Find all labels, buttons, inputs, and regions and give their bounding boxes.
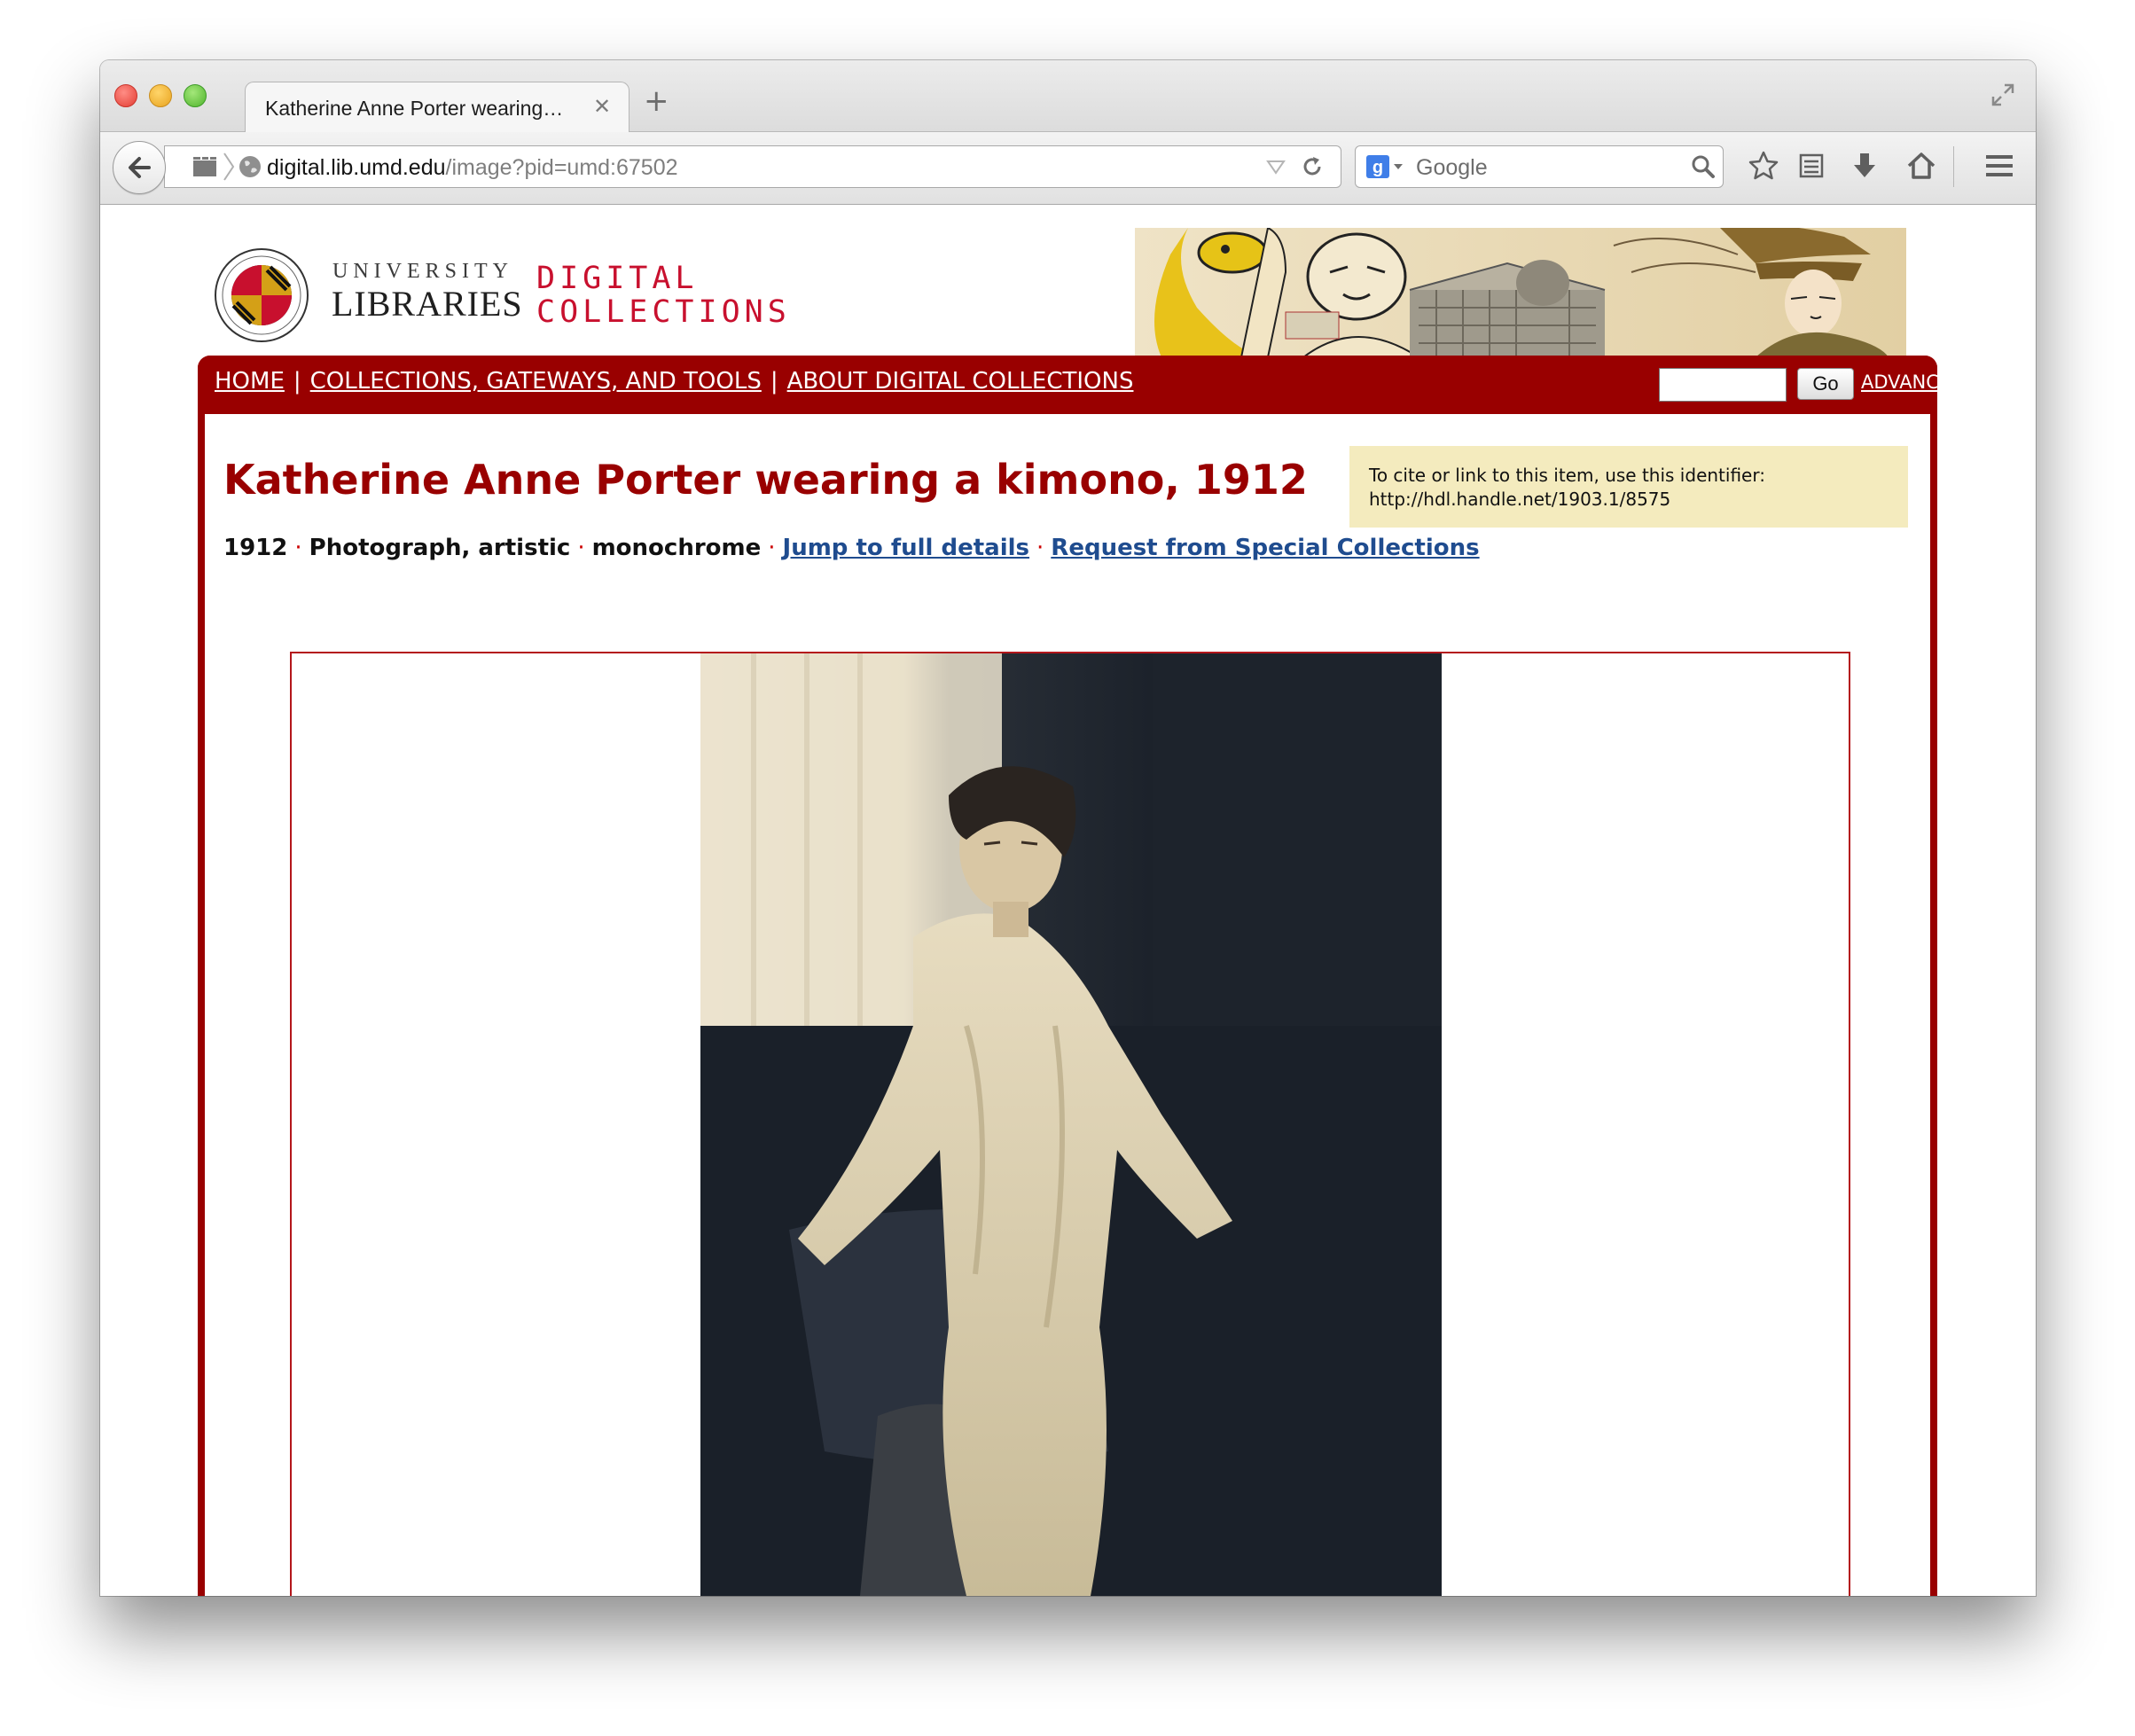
top-menu-bar: HOME | COLLECTIONS, GATEWAYS, AND TOOLS | AB… <box>198 356 2036 414</box>
toolbar-divider <box>1953 146 1954 187</box>
jump-to-details-link[interactable]: Jump to full details <box>783 535 1030 561</box>
browser-tab[interactable]: Katherine Anne Porter wearing… ✕ <box>245 82 630 133</box>
sidebar-icon[interactable] <box>192 155 218 178</box>
collections-label: COLLECTIONS <box>536 294 791 330</box>
chevron-right-icon <box>223 152 235 181</box>
university-label: UNIVERSITY <box>332 260 513 283</box>
menu-separator: | <box>293 368 301 395</box>
item-color: monochrome <box>591 535 762 561</box>
search-icon[interactable] <box>1691 154 1716 179</box>
citation-box: To cite or link to this item, use this i… <box>1349 446 1908 528</box>
fullscreen-icon[interactable] <box>1990 82 2016 108</box>
page-title: Katherine Anne Porter wearing a kimono, … <box>223 456 1308 504</box>
menu-separator: | <box>770 368 778 395</box>
bullet-separator: · <box>768 535 776 561</box>
browser-window: Katherine Anne Porter wearing… ✕ + digit… <box>100 60 2036 1596</box>
url-dropdown-icon[interactable] <box>1266 159 1286 175</box>
item-type: Photograph, artistic <box>309 535 571 561</box>
university-seal-logo[interactable] <box>214 247 309 343</box>
tab-title: Katherine Anne Porter wearing… <box>265 97 564 120</box>
site-search-input[interactable] <box>1659 368 1787 402</box>
hamburger-menu-icon[interactable] <box>1983 150 2015 182</box>
menu-about-link[interactable]: ABOUT DIGITAL COLLECTIONS <box>787 368 1134 395</box>
menu-home-link[interactable]: HOME <box>215 368 285 395</box>
new-tab-button[interactable]: + <box>644 83 669 119</box>
download-icon[interactable] <box>1849 150 1881 182</box>
item-date: 1912 <box>223 535 288 561</box>
portrait-photograph[interactable] <box>700 653 1442 1596</box>
svg-text:g: g <box>1372 158 1383 177</box>
url-text[interactable]: digital.lib.umd.edu/image?pid=umd:67502 <box>267 155 678 181</box>
search-engine-label: Google <box>1416 155 1488 180</box>
citation-label: To cite or link to this item, use this i… <box>1369 465 1765 486</box>
citation-handle: http://hdl.handle.net/1903.1/8575 <box>1369 489 1671 510</box>
bullet-separator: · <box>577 535 585 561</box>
tab-bar: Katherine Anne Porter wearing… ✕ + <box>100 60 2036 133</box>
item-metadata-line: 1912 · Photograph, artistic · monochrome · Jum… <box>223 535 1480 561</box>
go-button[interactable]: Go <box>1797 368 1854 400</box>
main-menu: HOME | COLLECTIONS, GATEWAYS, AND TOOLS | AB… <box>215 368 1133 395</box>
globe-icon <box>239 156 261 177</box>
digital-label: DIGITAL <box>536 261 699 296</box>
bookmarks-menu-icon[interactable] <box>1795 150 1827 182</box>
close-window-button[interactable] <box>114 84 137 107</box>
advanced-search-link[interactable]: ADVANCED SEARCH <box>1861 371 2036 393</box>
zoom-window-button[interactable] <box>184 84 207 107</box>
request-special-collections-link[interactable]: Request from Special Collections <box>1051 535 1479 561</box>
reload-icon[interactable] <box>1300 154 1325 179</box>
libraries-label: LIBRARIES <box>332 284 523 324</box>
bullet-separator: · <box>1036 535 1044 561</box>
tab-close-icon[interactable]: ✕ <box>593 94 611 119</box>
google-engine-icon[interactable]: g <box>1365 153 1405 180</box>
web-page: UNIVERSITY LIBRARIES DIGITAL COLLECTIONS <box>100 205 2036 1596</box>
back-button[interactable] <box>113 141 166 194</box>
image-viewer[interactable] <box>290 652 1850 1596</box>
bookmark-star-icon[interactable] <box>1748 150 1779 182</box>
search-bar[interactable]: g Google <box>1355 145 1724 188</box>
home-icon[interactable] <box>1905 150 1937 182</box>
back-arrow-icon <box>129 157 151 178</box>
bullet-separator: · <box>294 535 302 561</box>
digital-collections-logo[interactable]: DIGITAL COLLECTIONS <box>536 262 791 329</box>
menu-collections-link[interactable]: COLLECTIONS, GATEWAYS, AND TOOLS <box>310 368 762 395</box>
minimize-window-button[interactable] <box>149 84 172 107</box>
address-bar[interactable]: digital.lib.umd.edu/image?pid=umd:67502 <box>164 145 1341 188</box>
nav-toolbar: digital.lib.umd.edu/image?pid=umd:67502 … <box>100 132 2036 205</box>
header-collage-banner <box>1135 228 1906 357</box>
